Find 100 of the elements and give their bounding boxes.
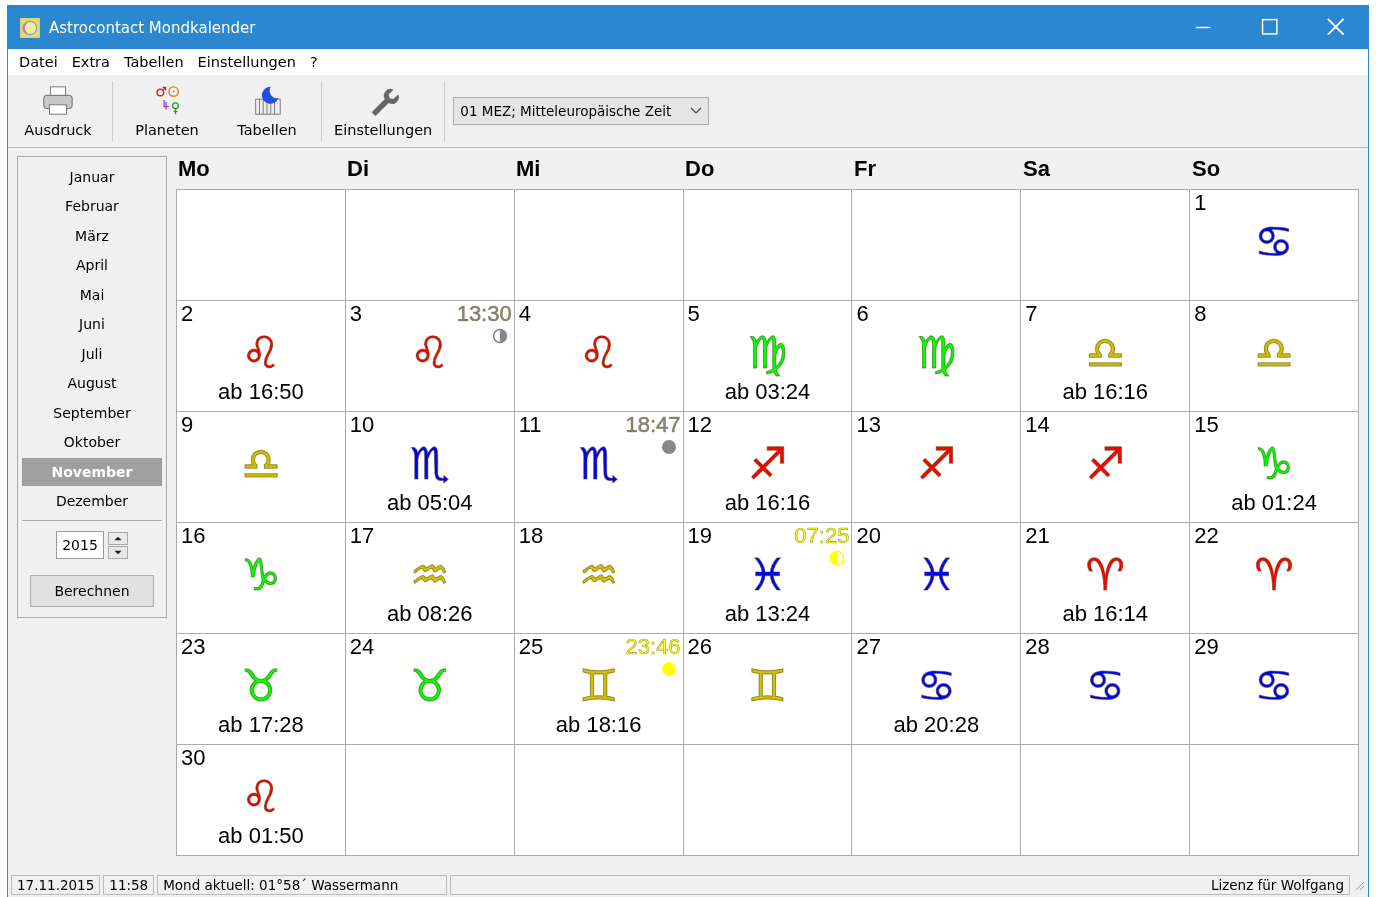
calendar-cell[interactable]: 26 ♊ (683, 634, 853, 745)
zodiac-sign: ♌ (410, 327, 450, 379)
calendar-cell[interactable]: 5 ♍ ab 03:24 (683, 301, 853, 412)
calendar-cell[interactable]: 10 ♏ ab 05:04 (345, 412, 515, 523)
menu-item[interactable]: Extra (65, 54, 116, 70)
app-icon (19, 16, 41, 39)
month-item[interactable]: September (22, 399, 162, 427)
year-field[interactable]: 2015 (56, 531, 104, 559)
month-item[interactable]: Dezember (22, 487, 162, 515)
calendar-cell[interactable]: 12 ♐ ab 16:16 (683, 412, 853, 523)
day-number: 16 (181, 523, 206, 549)
menu-item[interactable]: ? (303, 54, 324, 70)
day-number: 7 (1025, 301, 1038, 327)
zodiac-sign: ♍ (747, 327, 788, 379)
calendar-cell[interactable]: 15 ♑ ab 01:24 (1190, 412, 1359, 523)
day-number: 23 (181, 634, 206, 660)
printer-icon (41, 84, 75, 118)
day-number: 10 (349, 412, 375, 438)
day-number: 25 (518, 634, 544, 660)
calendar-cell[interactable]: 17 ♒ ab 08:26 (345, 523, 515, 634)
weekday-header: Mi (515, 156, 542, 183)
zodiac-sign: ♐ (1085, 438, 1125, 490)
calendar-cell[interactable]: 2 ♌ ab 16:50 (177, 301, 346, 412)
calendar-cell[interactable]: 6 ♍ (852, 301, 1022, 412)
calendar-cell[interactable]: 14 ♐ (1021, 412, 1191, 523)
status-moon: Mond aktuell: 01°58´ Wassermann (157, 874, 448, 895)
year-spinner[interactable] (108, 531, 128, 559)
calendar-cell[interactable]: 23 ♉ ab 17:28 (177, 634, 346, 745)
month-item[interactable]: Juni (22, 310, 162, 338)
month-item[interactable]: Mai (22, 281, 162, 309)
calendar-cell[interactable]: 21 ♈ ab 16:14 (1021, 523, 1191, 634)
month-item[interactable]: Juli (22, 340, 162, 368)
zodiac-sign: ♒ (578, 549, 619, 601)
menu-item[interactable]: Tabellen (117, 54, 190, 70)
calendar-cell[interactable]: 28 ♋ (1021, 634, 1191, 745)
zodiac-sign: ♐ (916, 438, 957, 490)
calendar-cell[interactable]: 3 13:30 ♌ (345, 301, 515, 412)
moon-phase-time: 13:30 (456, 301, 512, 327)
day-number: 3 (349, 301, 363, 327)
calendar-cell[interactable]: 16 ♑ (177, 523, 346, 634)
menu-item[interactable]: Datei (13, 54, 64, 70)
toolbar-button[interactable]: Tabellen (217, 80, 317, 142)
toolbar-button[interactable]: Planeten (117, 80, 217, 142)
calendar-cell[interactable]: 9 ♎ (177, 412, 346, 523)
day-number: 5 (687, 301, 700, 327)
toolbar-button[interactable]: Einstellungen (326, 80, 441, 142)
month-item[interactable]: März (22, 222, 162, 250)
ingress-time: ab 13:24 (724, 601, 811, 627)
zodiac-sign: ♋ (916, 660, 957, 712)
day-number: 1 (1194, 190, 1207, 216)
calendar-cell[interactable]: 1 ♋ (1190, 190, 1359, 301)
day-number: 19 (687, 523, 713, 549)
ingress-time: ab 03:24 (724, 379, 811, 405)
calendar-cell[interactable]: 7 ♎ ab 16:16 (1021, 301, 1191, 412)
toolbar-button[interactable]: Ausdruck (8, 80, 108, 142)
day-number: 6 (856, 301, 869, 327)
day-number: 12 (687, 412, 713, 438)
month-item[interactable]: August (22, 369, 162, 397)
zodiac-sign: ♋ (1254, 660, 1294, 712)
calendar-cell[interactable]: 8 ♎ (1190, 301, 1359, 412)
day-number: 8 (1194, 301, 1207, 327)
day-number: 2 (181, 301, 194, 327)
calculate-button[interactable]: Berechnen (30, 575, 154, 607)
calendar-cell[interactable]: 25 23:46 ♊ ab 18:16 (514, 634, 684, 745)
calendar-cell[interactable]: 4 ♌ (514, 301, 684, 412)
status-license: Lizenz für Wolfgang (450, 874, 1350, 895)
menu-item[interactable]: Einstellungen (191, 54, 302, 70)
ingress-time: ab 05:04 (386, 490, 473, 516)
day-number: 21 (1025, 523, 1050, 549)
calendar-cell[interactable]: 11 18:47 ♏ (514, 412, 684, 523)
moon-phase-time: 23:46 (625, 634, 681, 660)
calendar-cell[interactable]: 29 ♋ (1190, 634, 1359, 745)
day-number: 4 (518, 301, 531, 327)
zodiac-sign: ♓ (916, 549, 957, 601)
day-number: 28 (1025, 634, 1050, 660)
timezone-dropdown[interactable]: 01 MEZ; Mitteleuropäische Zeit (453, 97, 710, 125)
ingress-time: ab 16:16 (1062, 379, 1149, 405)
zodiac-sign: ♊ (578, 660, 619, 712)
zodiac-sign: ♉ (241, 660, 281, 712)
zodiac-sign: ♌ (578, 327, 619, 379)
month-item[interactable]: Oktober (22, 428, 162, 456)
moon-phase-time: 07:25 (794, 523, 850, 549)
caret-icon (690, 107, 703, 115)
zodiac-sign: ♑ (1254, 438, 1294, 490)
calendar-cell[interactable]: 18 ♒ (514, 523, 684, 634)
month-item[interactable]: April (22, 251, 162, 279)
calendar-cell[interactable]: 24 ♉ (345, 634, 515, 745)
calendar-cell[interactable]: 30 ♌ ab 01:50 (177, 745, 346, 856)
day-number: 26 (687, 634, 713, 660)
calendar-cell[interactable]: 22 ♈ (1190, 523, 1359, 634)
calendar-cell[interactable]: 20 ♓ (852, 523, 1022, 634)
zodiac-sign: ♏ (578, 438, 619, 490)
calendar-cell[interactable]: 13 ♐ (852, 412, 1022, 523)
month-item[interactable]: Februar (22, 192, 162, 220)
calendar-cell[interactable]: 27 ♋ ab 20:28 (852, 634, 1022, 745)
status-date: 17.11.2015 (11, 874, 101, 895)
month-item[interactable]: Januar (22, 163, 162, 191)
day-number: 27 (856, 634, 881, 660)
calendar-cell[interactable]: 19 07:25 ♓ ab 13:24 (683, 523, 853, 634)
weekday-header: Di (346, 156, 370, 183)
